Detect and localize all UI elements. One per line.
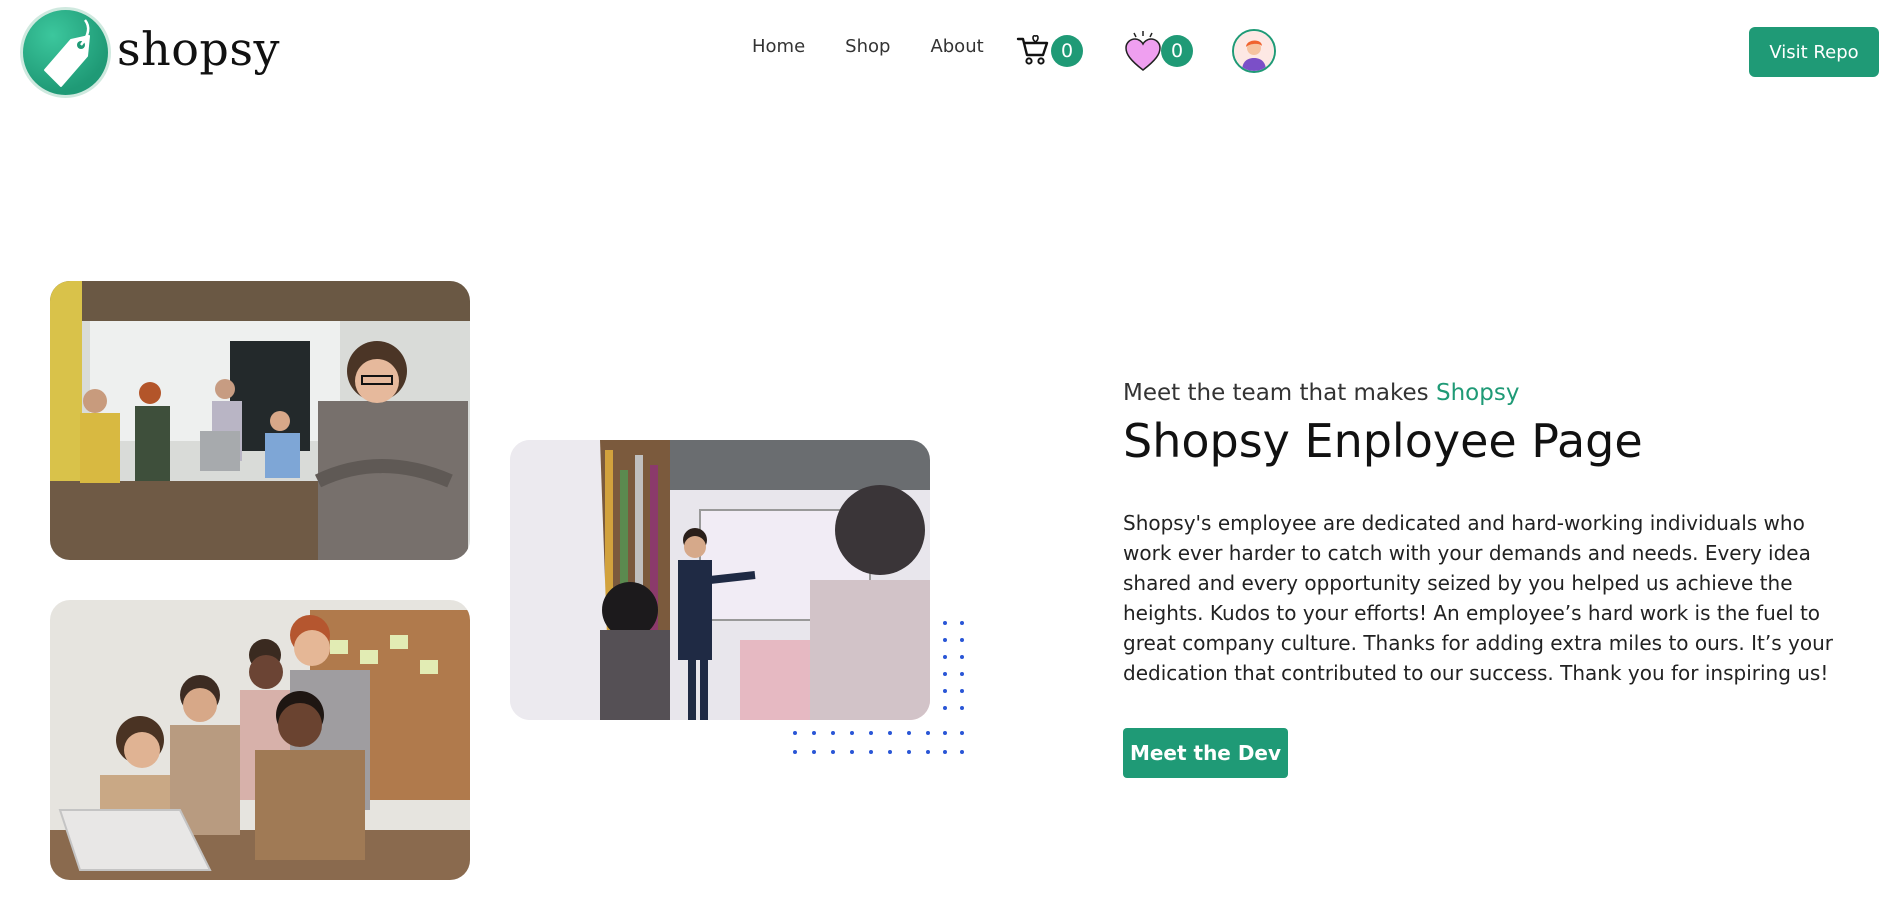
nav-link-shop[interactable]: Shop bbox=[845, 36, 890, 57]
brand-name: shopsy bbox=[117, 21, 280, 76]
hero-text-section: Meet the team that makes Shopsy Shopsy E… bbox=[1123, 380, 1853, 778]
price-tag-icon bbox=[20, 7, 111, 98]
wishlist-count-badge: 0 bbox=[1161, 35, 1193, 67]
main-nav: Home Shop About bbox=[752, 36, 1024, 57]
meet-the-dev-button[interactable]: Meet the Dev bbox=[1123, 728, 1288, 778]
page-title: Shopsy Enployee Page bbox=[1123, 414, 1643, 468]
team-photo-laptop bbox=[50, 600, 470, 880]
cart-count-badge: 0 bbox=[1051, 35, 1083, 67]
team-photo-office bbox=[50, 281, 470, 560]
hero-subtitle: Meet the team that makes Shopsy bbox=[1123, 380, 1853, 406]
top-navbar: shopsy Home Shop About 0 0 Visit Repo bbox=[0, 0, 1895, 104]
shopping-cart-icon[interactable] bbox=[1016, 34, 1050, 66]
hero-subtitle-prefix: Meet the team that makes bbox=[1123, 380, 1436, 406]
nav-link-home[interactable]: Home bbox=[752, 36, 805, 57]
brand-logo[interactable]: shopsy bbox=[20, 7, 280, 98]
decorative-dot-grid bbox=[793, 621, 964, 754]
nav-link-about[interactable]: About bbox=[930, 36, 983, 57]
user-avatar-icon[interactable] bbox=[1232, 29, 1276, 73]
hero-subtitle-accent: Shopsy bbox=[1435, 380, 1520, 406]
hero-description: Shopsy's employee are dedicated and hard… bbox=[1123, 511, 1833, 685]
visit-repo-button[interactable]: Visit Repo bbox=[1749, 27, 1879, 77]
heart-icon[interactable] bbox=[1124, 30, 1162, 72]
